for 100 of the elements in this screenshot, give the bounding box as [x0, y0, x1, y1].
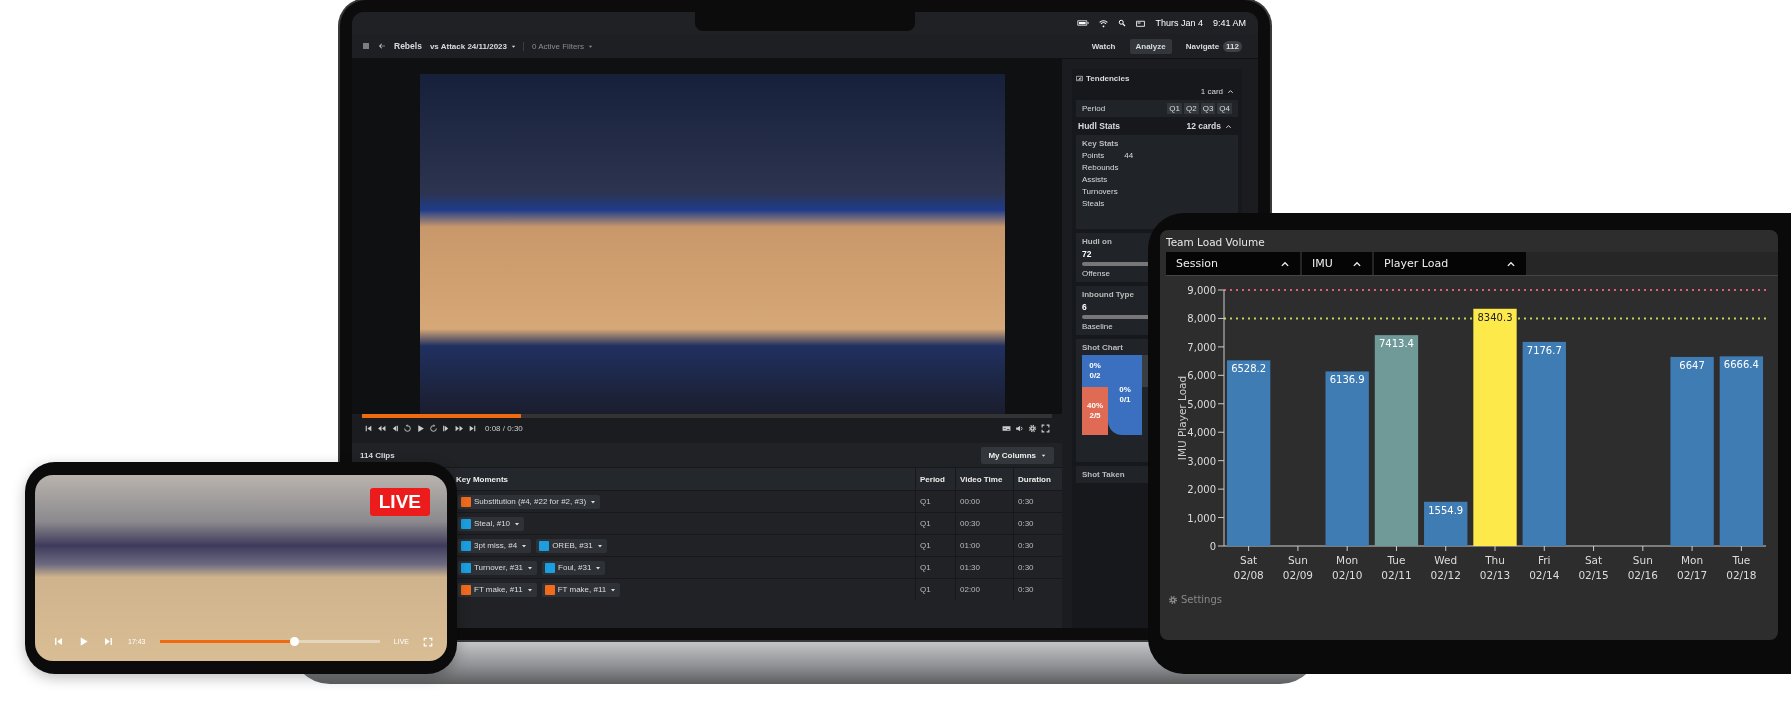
replay-icon[interactable]: [403, 424, 412, 433]
game-selector[interactable]: vs Attack 24/11/2023: [429, 41, 524, 51]
fast-forward-icon[interactable]: [455, 424, 464, 433]
period-chip[interactable]: Q3: [1200, 103, 1216, 114]
forward-icon[interactable]: [429, 424, 438, 433]
period-label: Period: [1082, 104, 1106, 113]
live-badge: LIVE: [369, 488, 430, 516]
slider-thumb[interactable]: [289, 637, 299, 646]
progress-track[interactable]: [159, 640, 380, 643]
axis-category-label: Sat 02/15: [1578, 554, 1609, 581]
zone-percent: 0%: [1119, 385, 1131, 395]
column-header: Key Moments: [455, 473, 509, 486]
table-cell: 0:30: [1013, 535, 1062, 556]
fullscreen-icon[interactable]: [1041, 424, 1050, 433]
moment-tag[interactable]: Substitution (#4, #22 for #2, #3): [458, 494, 601, 509]
bar-value-label: 8340.3: [1477, 311, 1513, 323]
dropdown[interactable]: Session: [1166, 252, 1300, 275]
view-tab[interactable]: Analyze: [1129, 38, 1172, 54]
moment-tag[interactable]: Steal, #10: [458, 516, 525, 531]
axis-tick-label: 1,000: [1187, 512, 1216, 524]
period-chip[interactable]: Q4: [1217, 103, 1232, 114]
card-title: Hudl on: [1082, 237, 1112, 246]
dropdown[interactable]: IMU: [1302, 252, 1372, 275]
bar-value-label: 6647: [1679, 359, 1705, 371]
play-icon[interactable]: [416, 424, 425, 433]
section-title: Hudl Stats: [1078, 121, 1121, 131]
stat-label: Rebounds: [1082, 163, 1119, 172]
table-cell: Q1: [915, 557, 955, 578]
table-cell: 0:30: [1013, 579, 1062, 600]
menu-icon[interactable]: [362, 42, 370, 50]
chevron-up-icon[interactable]: [1225, 122, 1232, 130]
column-header: Video Time: [955, 468, 1013, 490]
status-date: Thurs Jan 4: [1155, 18, 1203, 28]
axis-category-label: Tue 02/11: [1381, 554, 1412, 581]
axis-tick-label: 5,000: [1187, 398, 1216, 410]
period-chip[interactable]: Q2: [1184, 103, 1199, 114]
view-tab[interactable]: Navigate 112: [1179, 37, 1248, 55]
axis-tick-label: 8,000: [1187, 313, 1216, 325]
card-count: 1 card: [1200, 87, 1223, 96]
columns-dropdown[interactable]: My Columns: [981, 446, 1054, 464]
view-tab[interactable]: Watch: [1085, 38, 1122, 54]
step-back-icon[interactable]: [390, 424, 399, 433]
volume-icon[interactable]: [1015, 424, 1024, 433]
table-cell: 0:30: [1013, 513, 1062, 534]
card-icon: [1136, 18, 1146, 28]
team-title: Rebels: [394, 41, 422, 51]
wifi-icon: [1099, 18, 1109, 28]
moment-tag[interactable]: Foul, #31: [542, 560, 606, 575]
moment-tag[interactable]: 3pt miss, #4: [458, 538, 532, 553]
moment-tag[interactable]: Turnover, #31: [458, 560, 538, 575]
stat-value: 44: [1124, 151, 1134, 160]
search-icon[interactable]: [1118, 19, 1127, 27]
table-cell: 0:30: [1013, 491, 1062, 512]
bar-value-label: 6528.2: [1231, 363, 1267, 375]
settings-icon: [1168, 594, 1178, 605]
dropdown[interactable]: Player Load: [1374, 252, 1526, 275]
table-cell: Q1: [915, 535, 955, 556]
axis-category-label: Wed 02/12: [1430, 554, 1461, 581]
table-cell: 01:00: [955, 535, 1013, 556]
chevron-up-icon[interactable]: [1227, 88, 1234, 95]
axis-tick-label: 9,000: [1187, 285, 1216, 296]
moment-tag[interactable]: FT make, #11: [458, 582, 537, 597]
table-cell: 0:30: [1013, 557, 1062, 578]
bar-value-label: 7413.4: [1378, 338, 1414, 350]
settings-icon[interactable]: [1028, 424, 1037, 433]
card-title: Shot Taken: [1082, 470, 1125, 479]
playback-time: 0:08 / 0:30: [485, 424, 523, 433]
axis-category-label: Mon 02/17: [1676, 554, 1708, 581]
bar-value-label: 6666.4: [1723, 359, 1759, 371]
step-forward-icon[interactable]: [442, 424, 451, 433]
table-cell: Q1: [915, 491, 955, 512]
axis-category-label: Thu 02/13: [1479, 554, 1511, 581]
moment-tag[interactable]: FT make, #11: [541, 582, 621, 597]
card-title: Key Stats: [1082, 139, 1119, 148]
metric-value: 6: [1082, 302, 1087, 312]
stat-label: Turnovers: [1082, 187, 1118, 196]
table-cell: 02:00: [955, 579, 1013, 600]
bar-value-label: 7176.7: [1526, 344, 1562, 356]
skip-start-icon[interactable]: [364, 424, 373, 433]
zone-attempts: 0/1: [1119, 395, 1131, 405]
table-cell: 00:00: [955, 491, 1013, 512]
axis-category-label: Tue 02/18: [1726, 554, 1757, 581]
skip-end-icon[interactable]: [468, 424, 477, 433]
metric-label: Offense: [1082, 269, 1110, 278]
rewind-icon[interactable]: [377, 424, 386, 433]
period-chip[interactable]: Q1: [1167, 103, 1182, 114]
metric-label: Baseline: [1082, 322, 1113, 331]
axis-tick-label: 7,000: [1187, 341, 1216, 353]
section-title: Tendencies: [1086, 74, 1130, 83]
table-cell: 01:30: [955, 557, 1013, 578]
table-cell: 00:30: [955, 513, 1013, 534]
moment-tag[interactable]: OREB, #31: [536, 538, 607, 553]
skip-start-icon[interactable]: [53, 636, 64, 647]
captions-icon[interactable]: [1002, 424, 1011, 433]
settings-link[interactable]: Settings: [1166, 594, 1778, 605]
axis-category-label: Sun 02/09: [1282, 554, 1314, 581]
axis-category-label: Sun 02/16: [1627, 554, 1658, 581]
axis-tick-label: 4,000: [1187, 427, 1216, 439]
zone-percent: 0%: [1089, 361, 1101, 371]
zone-percent: 40%: [1087, 401, 1103, 411]
